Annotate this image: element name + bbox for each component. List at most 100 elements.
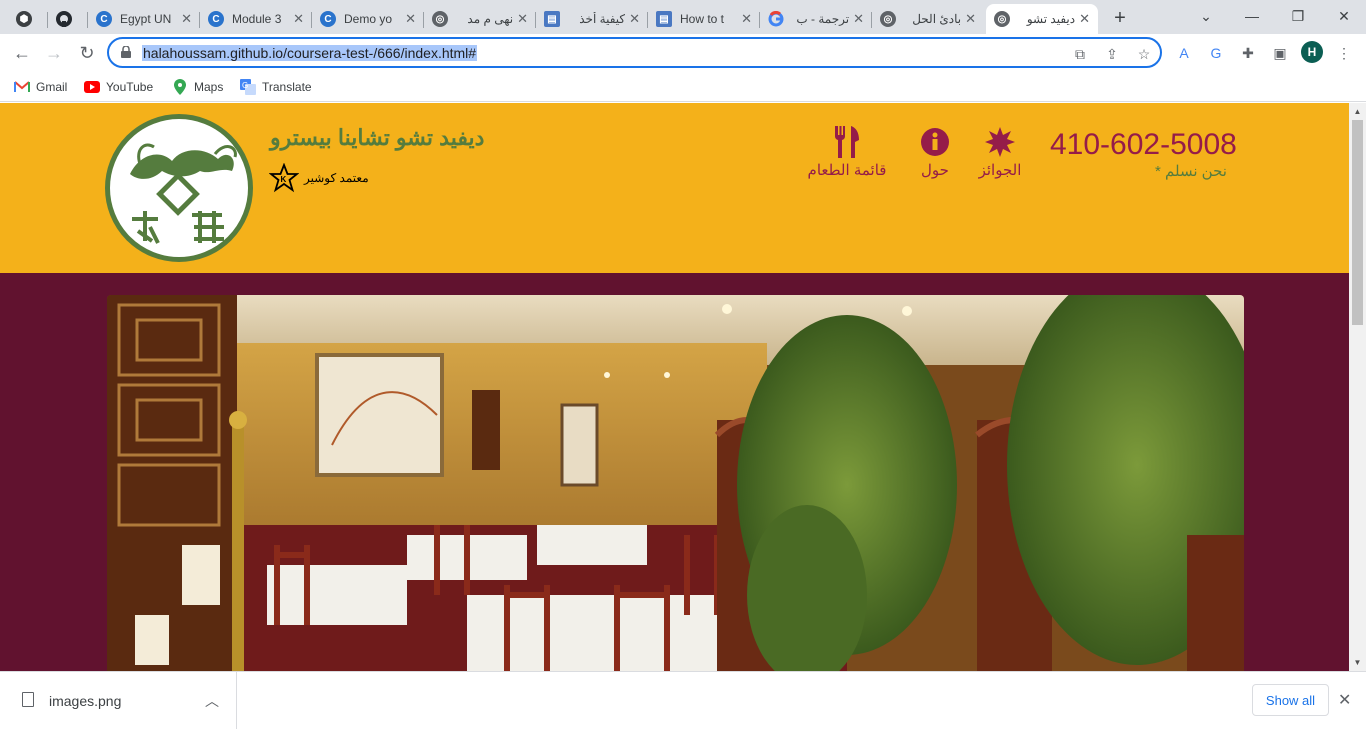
restore-icon[interactable]: ❐ xyxy=(1278,4,1318,28)
tab-7[interactable]: ▤ How to t ✕ xyxy=(648,4,760,34)
download-file-name: images.png xyxy=(49,693,122,709)
close-icon[interactable]: ✕ xyxy=(741,11,752,27)
tab-search-icon[interactable]: ⌄ xyxy=(1186,4,1226,28)
download-bar: images.png ︿ Show all ✕ xyxy=(0,671,1366,729)
nav-menu-label: قائمة الطعام xyxy=(807,162,887,179)
bookmark-maps[interactable]: Maps xyxy=(172,77,223,97)
globe-icon: ◎ xyxy=(432,11,448,27)
ext-translate-icon[interactable]: A xyxy=(1174,43,1194,63)
new-tab-button[interactable]: + xyxy=(1108,6,1132,30)
ext-google-translate-icon[interactable]: G xyxy=(1206,43,1226,63)
bookmark-label: Gmail xyxy=(36,80,68,94)
chrome-icon: ⬢ xyxy=(16,11,32,27)
tab-6[interactable]: ▤ كيفية أخذ ✕ xyxy=(536,4,648,34)
kosher-star-icon: K xyxy=(269,163,299,193)
minimize-icon[interactable]: — xyxy=(1232,4,1272,28)
extensions-icon[interactable]: ✚ xyxy=(1238,43,1258,63)
tab-title: How to t xyxy=(680,12,725,26)
svg-text:G: G xyxy=(242,81,248,90)
lock-icon xyxy=(121,46,131,58)
tab-title: Demo yo xyxy=(344,12,393,26)
tab-active[interactable]: ◎ ديفيد تشو ✕ xyxy=(986,4,1098,34)
address-bar[interactable]: halahoussam.github.io/coursera-test-/666… xyxy=(107,37,1162,68)
bookmark-youtube[interactable]: YouTube xyxy=(84,77,153,97)
globe-icon: ◎ xyxy=(880,11,896,27)
menu-icon[interactable]: ⋮ xyxy=(1334,43,1354,63)
nav-awards[interactable]: الجوائز xyxy=(976,125,1024,179)
tab-5[interactable]: ◎ نهى م مد ✕ xyxy=(424,4,536,34)
tab-9[interactable]: ◎ بادئ الحل ✕ xyxy=(872,4,984,34)
maps-icon xyxy=(172,79,188,95)
show-all-button[interactable]: Show all xyxy=(1252,684,1329,716)
profile-avatar[interactable]: H xyxy=(1301,41,1323,63)
bookmark-gmail[interactable]: Gmail xyxy=(14,77,67,97)
bookmark-translate[interactable]: G Translate xyxy=(240,77,312,97)
close-icon[interactable]: ✕ xyxy=(293,11,304,27)
translate-page-icon[interactable]: ⧉ xyxy=(1070,44,1090,64)
globe-icon: ◎ xyxy=(994,11,1010,27)
side-panel-icon[interactable]: ▣ xyxy=(1270,43,1290,63)
close-icon[interactable]: ✕ xyxy=(181,11,192,27)
close-icon[interactable]: ✕ xyxy=(517,11,528,27)
close-icon[interactable]: ✕ xyxy=(629,11,640,27)
bookmark-star-icon[interactable]: ☆ xyxy=(1134,44,1154,64)
forward-icon[interactable]: → xyxy=(40,39,68,67)
close-icon[interactable]: ✕ xyxy=(1079,11,1090,27)
tab-3[interactable]: C Module 3 ✕ xyxy=(200,4,312,34)
info-icon xyxy=(914,125,956,159)
download-item[interactable]: images.png ︿ xyxy=(0,672,237,729)
nav-about-label: حول xyxy=(921,162,949,179)
scroll-down-icon[interactable]: ▼ xyxy=(1349,654,1366,671)
brand-title[interactable]: ديفيد تشو تشاينا بيسترو xyxy=(270,125,484,151)
nav-about[interactable]: حول xyxy=(914,125,956,179)
tab-title: كيفية أخذ xyxy=(579,12,626,26)
reload-icon[interactable]: ↻ xyxy=(73,39,101,67)
github-icon xyxy=(56,11,72,27)
url-text[interactable]: halahoussam.github.io/coursera-test-/666… xyxy=(142,45,478,61)
tab-4[interactable]: C Demo yo ✕ xyxy=(312,4,424,34)
tab-8[interactable]: ترجمة - ب ✕ xyxy=(760,4,872,34)
nav-menu[interactable]: قائمة الطعام xyxy=(804,125,890,179)
tab-title: Egypt UN xyxy=(120,12,172,26)
google-icon xyxy=(768,11,784,27)
close-icon[interactable]: ✕ xyxy=(965,11,976,27)
restaurant-interior-image xyxy=(107,295,1244,671)
doc-icon: ▤ xyxy=(656,11,672,27)
chevron-up-icon[interactable]: ︿ xyxy=(205,691,219,711)
page-scrollbar[interactable]: ▲ ▼ xyxy=(1349,103,1366,671)
tab-2[interactable]: C Egypt UN ✕ xyxy=(88,4,200,34)
phone-number[interactable]: 410-602-5008 xyxy=(1050,128,1237,162)
close-icon[interactable]: ✕ xyxy=(405,11,416,27)
certificate-icon xyxy=(976,125,1024,159)
coursera-icon: C xyxy=(208,11,224,27)
close-icon[interactable]: ✕ xyxy=(853,11,864,27)
tab-title: نهى م مد xyxy=(467,12,514,26)
restaurant-logo[interactable] xyxy=(105,114,253,262)
translate-icon: G xyxy=(240,79,256,95)
file-icon xyxy=(22,692,34,707)
coursera-icon: C xyxy=(96,11,112,27)
close-window-icon[interactable]: ✕ xyxy=(1324,4,1364,28)
delivery-note: نحن نسلم * xyxy=(1155,163,1227,180)
tab-title: Module 3 xyxy=(232,12,282,26)
coursera-icon: C xyxy=(320,11,336,27)
tab-title: ترجمة - ب xyxy=(796,12,850,26)
scrollbar-thumb[interactable] xyxy=(1352,120,1363,325)
tab-title: بادئ الحل xyxy=(912,12,962,26)
bookmark-label: Maps xyxy=(194,80,224,94)
bookmarks-bar: Gmail YouTube Maps G Translate xyxy=(0,72,1366,102)
svg-text:K: K xyxy=(281,175,287,184)
nav-awards-label: الجوائز xyxy=(978,162,1022,179)
share-icon[interactable]: ⇪ xyxy=(1102,44,1122,64)
cutlery-icon xyxy=(804,125,890,159)
back-icon[interactable]: ← xyxy=(8,39,36,67)
tab-title: ديفيد تشو xyxy=(1026,12,1076,26)
page-viewport: ديفيد تشو تشاينا بيسترو K معتمد كوشير قا… xyxy=(0,103,1349,671)
gmail-icon xyxy=(14,79,30,95)
tab-pinned-chrome[interactable]: ⬢ xyxy=(8,4,48,34)
close-download-bar-icon[interactable]: ✕ xyxy=(1338,690,1351,710)
tab-strip: ⬢ C Egypt UN ✕ C Module 3 ✕ C Demo yo ✕ … xyxy=(0,0,1366,34)
restaurant-photo xyxy=(107,295,1244,671)
tab-pinned-github[interactable] xyxy=(48,4,88,34)
scroll-up-icon[interactable]: ▲ xyxy=(1349,103,1366,120)
